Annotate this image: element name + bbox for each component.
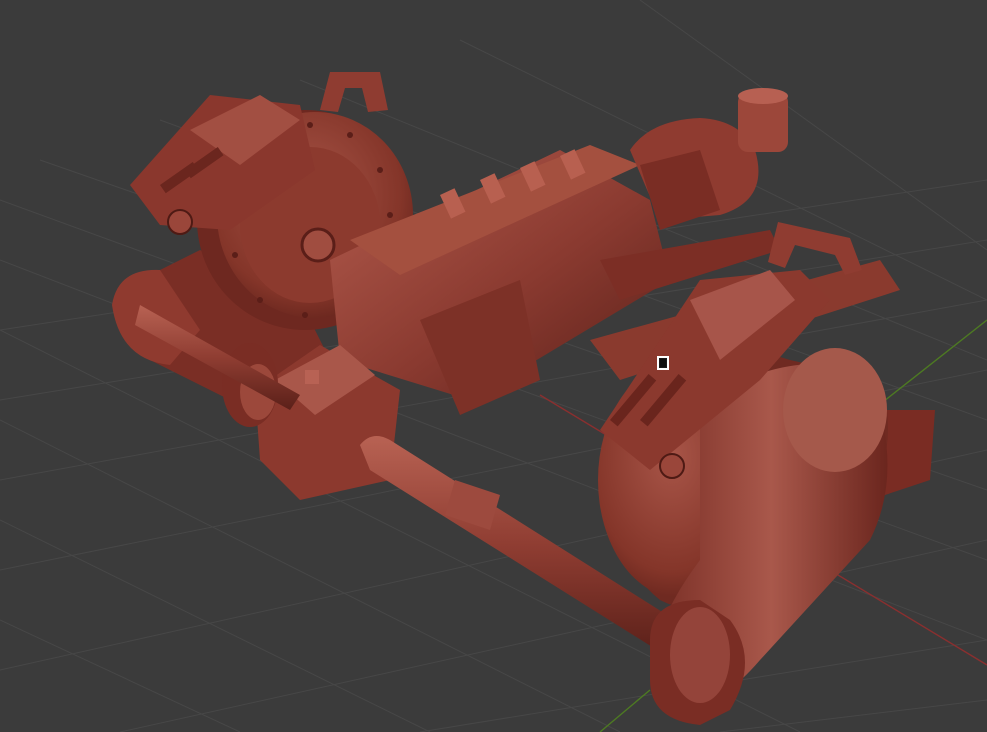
engine-model-icon[interactable] — [112, 72, 935, 725]
3d-viewport[interactable] — [0, 0, 987, 732]
selection-cursor-icon — [657, 356, 669, 370]
y-axis-line-lower — [599, 689, 651, 732]
viewport-scene[interactable] — [0, 0, 987, 732]
